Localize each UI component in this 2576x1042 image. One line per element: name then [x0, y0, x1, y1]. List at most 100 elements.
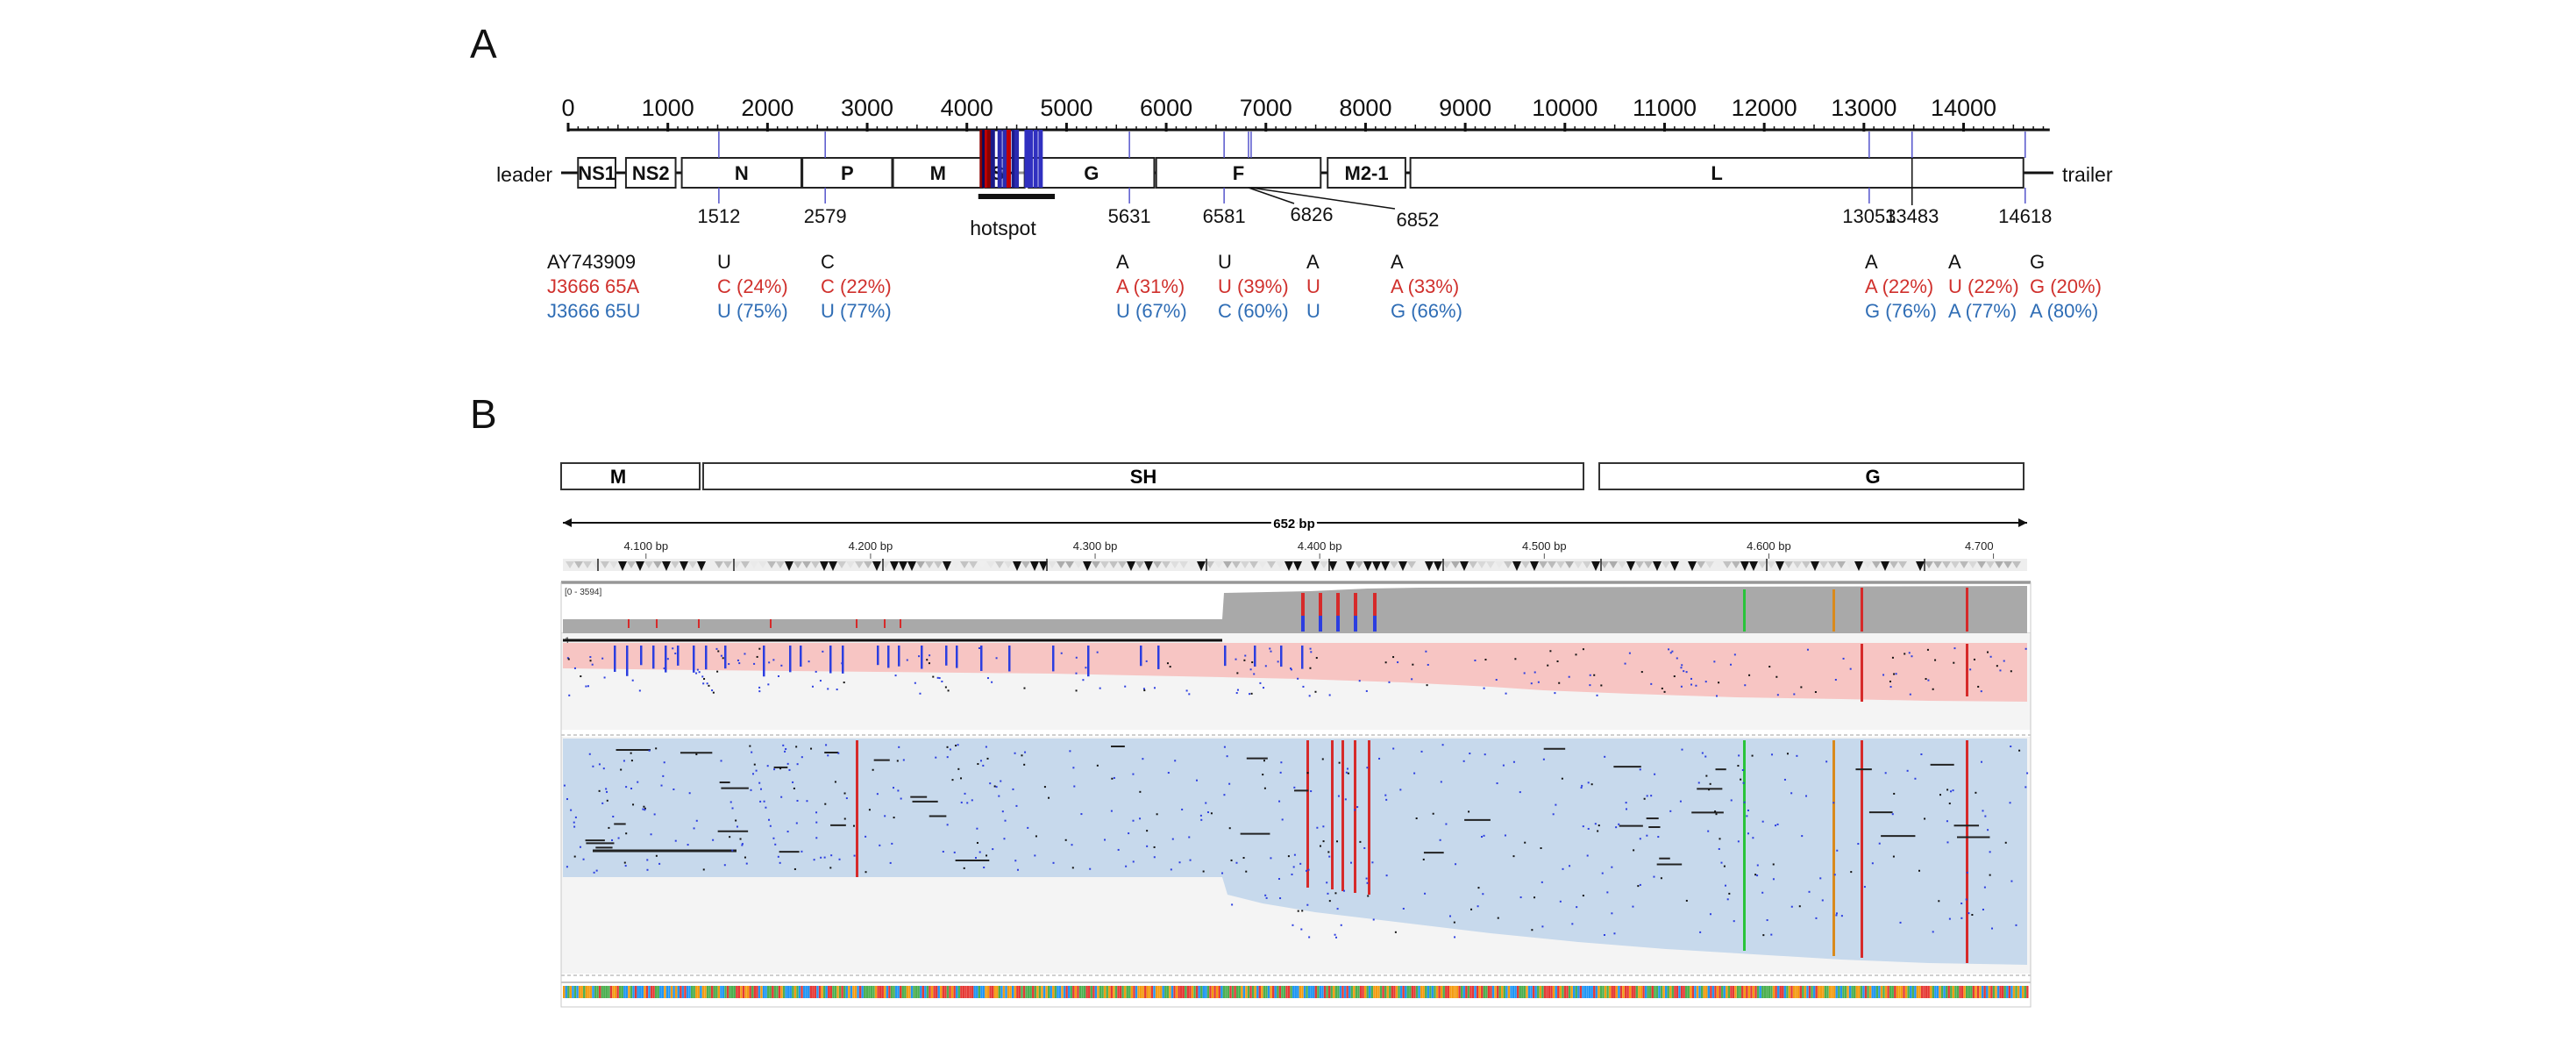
read-mismatch-dot — [872, 768, 874, 771]
read-mismatch-dot — [894, 674, 897, 677]
read-mismatch-dot — [1482, 893, 1484, 896]
read-mismatch-dot — [1426, 684, 1428, 687]
sequence-base — [681, 986, 685, 998]
read-mismatch-dot — [1309, 667, 1312, 669]
read-mismatch-dot — [1663, 690, 1666, 693]
read-mismatch-dot — [766, 765, 769, 767]
read-mismatch-dot — [1454, 936, 1456, 939]
coverage-track[interactable]: [0 - 3594] — [560, 582, 2032, 634]
read-mismatch-dot — [1524, 841, 1526, 844]
read-mismatch-dot — [1415, 817, 1418, 820]
sequence-base — [1664, 986, 1668, 998]
sequence-base — [1546, 986, 1548, 998]
sequence-base — [1231, 986, 1235, 998]
read-mismatch — [1087, 646, 1090, 677]
read-mismatch-dot — [1264, 894, 1267, 896]
sequence-base — [1454, 986, 1456, 998]
read-mismatch-dot — [1996, 665, 1998, 667]
read-mismatch-dot — [658, 862, 661, 865]
read-mismatch-column — [1966, 740, 1968, 963]
sequence-base — [1343, 986, 1347, 998]
sequence-base — [1658, 986, 1661, 998]
sequence-base — [1209, 986, 1212, 998]
read-mismatch-dot — [1359, 840, 1362, 843]
sequence-base — [1503, 986, 1506, 998]
read-track-2[interactable]: 2 — [561, 737, 2031, 974]
sequence-base — [585, 986, 587, 998]
sequence-base — [1975, 986, 1977, 998]
read-mismatch-dot — [1801, 835, 1804, 838]
sequence-base — [565, 986, 567, 998]
sequence-base — [1431, 986, 1434, 998]
sequence-base — [1669, 986, 1672, 998]
sequence-base — [1988, 986, 1990, 998]
sequence-base — [1992, 986, 1996, 998]
axis-tick-label: 2000 — [741, 95, 793, 121]
sequence-base — [1660, 986, 1663, 998]
sequence-base — [2003, 986, 2006, 998]
read-mismatch-dot — [1484, 753, 1486, 756]
sequence-base — [1333, 986, 1335, 998]
sequence-base — [1804, 986, 1807, 998]
sequence-base — [1198, 986, 1200, 998]
sequence-base — [693, 986, 695, 998]
sequence-base — [1438, 986, 1441, 998]
read-mismatch-dot — [1991, 927, 1994, 930]
variant-ref: A — [1865, 251, 1878, 273]
sequence-base — [1822, 986, 1825, 998]
sequence-base — [1763, 986, 1766, 998]
read-mismatch-dot — [2009, 802, 2011, 804]
read-mismatch-dot — [935, 756, 937, 759]
read-mismatch-dot — [703, 678, 706, 681]
read-mismatch-dot — [606, 790, 608, 793]
sequence-base — [1602, 986, 1605, 998]
sequence-base — [1705, 986, 1708, 998]
sequence-base — [852, 986, 855, 998]
read-mismatch-dot — [1679, 800, 1682, 803]
sequence-base — [1265, 986, 1268, 998]
sequence-base — [1878, 986, 1881, 998]
sequence-base — [1838, 986, 1840, 998]
read-mismatch-dot — [1798, 905, 1801, 908]
read-track-1[interactable]: 1 — [561, 633, 2031, 730]
read-mismatch-dot — [815, 811, 818, 814]
read-mismatch-dot — [1971, 913, 1974, 916]
sequence-base — [808, 986, 810, 998]
read-mismatch-dot — [995, 657, 998, 660]
sequence-base — [1835, 986, 1838, 998]
sequence-base — [1393, 986, 1396, 998]
read-mismatch-dot — [1738, 754, 1740, 757]
variant-position-label: 6581 — [1203, 205, 1246, 227]
sequence-base — [641, 986, 644, 998]
read-mismatch-dot — [1673, 675, 1676, 678]
axis-tick-label: 12000 — [1732, 95, 1797, 121]
read-mismatch-dot — [1762, 934, 1765, 937]
coverage-mismatch — [1301, 616, 1305, 632]
read-mismatch-dot — [1980, 690, 1982, 693]
axis-tick-label: 8000 — [1339, 95, 1391, 121]
read-mismatch-dot — [1973, 658, 1975, 660]
read-mismatch-dot — [1911, 655, 1913, 658]
panel-a-label: A — [470, 21, 497, 67]
variant-65u: U (77%) — [821, 300, 892, 322]
read-mismatch-dot — [966, 802, 969, 804]
sequence-base — [1218, 986, 1220, 998]
read-mismatch-dot — [906, 659, 908, 661]
read-mismatch-dot — [1021, 754, 1023, 757]
sequence-base — [782, 986, 786, 998]
read-mismatch-dot — [695, 672, 698, 674]
read-mismatch-dot — [1783, 778, 1786, 781]
sequence-base — [1478, 986, 1481, 998]
read-mismatch-dot — [827, 754, 829, 757]
read-mismatch-dot — [1301, 910, 1304, 912]
read-mismatch-dot — [773, 768, 776, 771]
read-mismatch-dot — [1307, 868, 1310, 871]
read-mismatch-dot — [1244, 654, 1247, 657]
sequence-base — [2006, 986, 2009, 998]
read-mismatch-dot — [779, 861, 781, 864]
sequence-base — [1995, 986, 1997, 998]
read-mismatch-dot — [900, 797, 902, 800]
sequence-base — [758, 986, 761, 998]
sequence-base — [746, 986, 750, 998]
sequence-base — [1900, 986, 1904, 998]
